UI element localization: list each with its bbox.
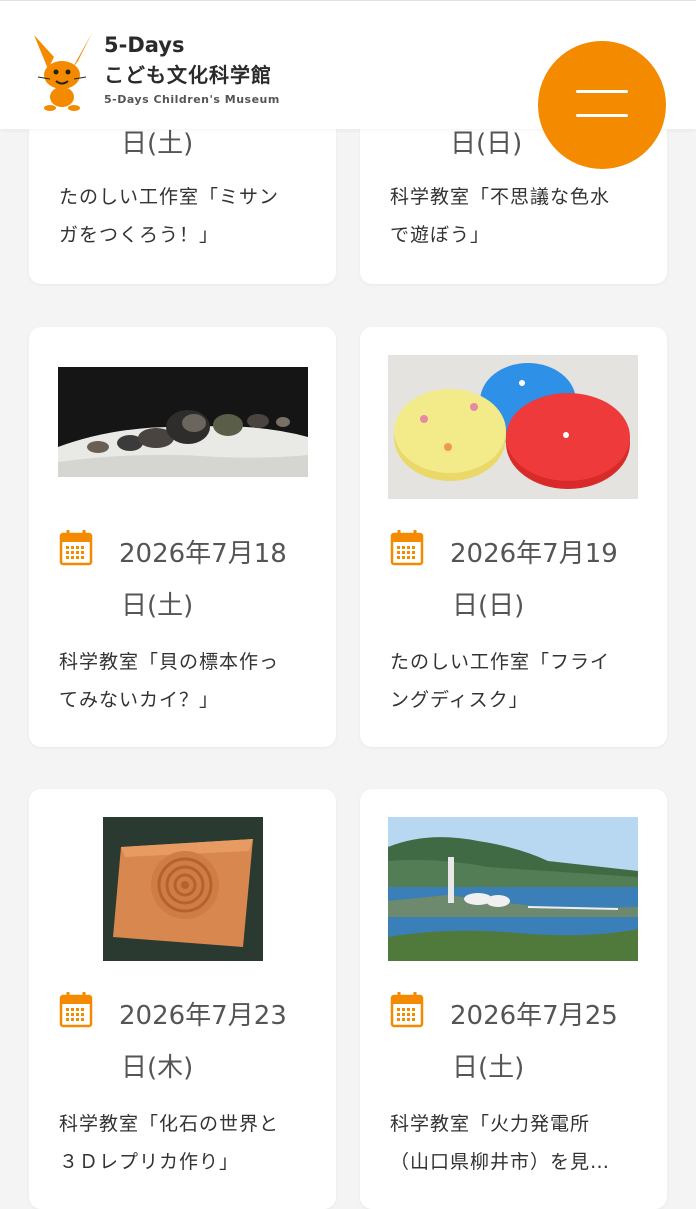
event-title-line: ３Ｄレプリカ作り」 <box>59 1151 240 1173</box>
event-title-line: ガをつくろう！」 <box>59 224 220 246</box>
calendar-icon <box>390 530 424 566</box>
ammonite-fossil-photo[interactable] <box>103 817 263 961</box>
event-title-line: 科学教室「火力発電所 <box>390 1113 591 1135</box>
event-title[interactable]: 科学教室「不思議な色水 で遊ぼう」 <box>390 178 640 254</box>
menu-button[interactable] <box>538 41 666 169</box>
event-card[interactable]: 2026年7月19 日(日) たのしい工作室「フライ ングディスク」 <box>360 327 667 747</box>
event-title[interactable]: 科学教室「火力発電所 （山口県柳井市）を見… <box>390 1105 640 1181</box>
event-date-text: 2026年7月18 <box>119 539 287 569</box>
event-title[interactable]: たのしい工作室「フライ ングディスク」 <box>390 643 640 719</box>
event-title-line: （山口県柳井市）を見… <box>390 1151 611 1173</box>
event-card[interactable]: 2026年7月25 日(土) 科学教室「火力発電所 （山口県柳井市）を見… <box>360 789 667 1209</box>
event-title-line: で遊ぼう」 <box>390 224 491 246</box>
event-card[interactable]: 2026年7月18 日(土) 科学教室「貝の標本作っ てみないカイ？」 <box>29 327 336 747</box>
event-title-line: 科学教室「貝の標本作っ <box>59 651 280 673</box>
event-title-line: 科学教室「不思議な色水 <box>390 186 611 208</box>
event-title-line: たのしい工作室「フライ <box>390 651 611 673</box>
calendar-icon <box>59 992 93 1028</box>
event-title-line: 科学教室「化石の世界と <box>59 1113 280 1135</box>
seashell-specimens-photo[interactable] <box>58 367 308 477</box>
event-title-line: てみないカイ？」 <box>59 689 220 711</box>
event-title[interactable]: 科学教室「貝の標本作っ てみないカイ？」 <box>59 643 309 719</box>
event-day: 日(木) <box>121 1053 194 1083</box>
logo-title[interactable]: 5-Days <box>104 31 184 59</box>
calendar-icon <box>390 992 424 1028</box>
power-plant-photo[interactable] <box>388 817 638 961</box>
hamburger-bar <box>576 114 628 117</box>
event-title-line: たのしい工作室「ミサン <box>59 186 280 208</box>
event-title-line: ングディスク」 <box>390 689 529 711</box>
event-day: 日(日) <box>452 591 525 621</box>
event-day: 日(土) <box>452 1053 525 1083</box>
logo-subtitle[interactable]: こども文化科学館 <box>104 61 272 89</box>
logo-english: 5-Days Children's Museum <box>104 93 280 106</box>
flying-disk-photo[interactable] <box>388 355 638 499</box>
hamburger-bar <box>576 90 628 93</box>
calendar-icon <box>59 530 93 566</box>
event-title[interactable]: 科学教室「化石の世界と ３Ｄレプリカ作り」 <box>59 1105 309 1181</box>
event-date-text: 2026年7月25 <box>450 1001 618 1031</box>
event-title[interactable]: たのしい工作室「ミサン ガをつくろう！」 <box>59 178 309 254</box>
event-card[interactable]: 2026年7月23 日(木) 科学教室「化石の世界と ３Ｄレプリカ作り」 <box>29 789 336 1209</box>
event-date-text: 2026年7月23 <box>119 1001 287 1031</box>
rabbit-mascot-icon[interactable] <box>28 31 98 111</box>
event-date-text: 2026年7月19 <box>450 539 618 569</box>
event-day: 日(土) <box>121 591 194 621</box>
